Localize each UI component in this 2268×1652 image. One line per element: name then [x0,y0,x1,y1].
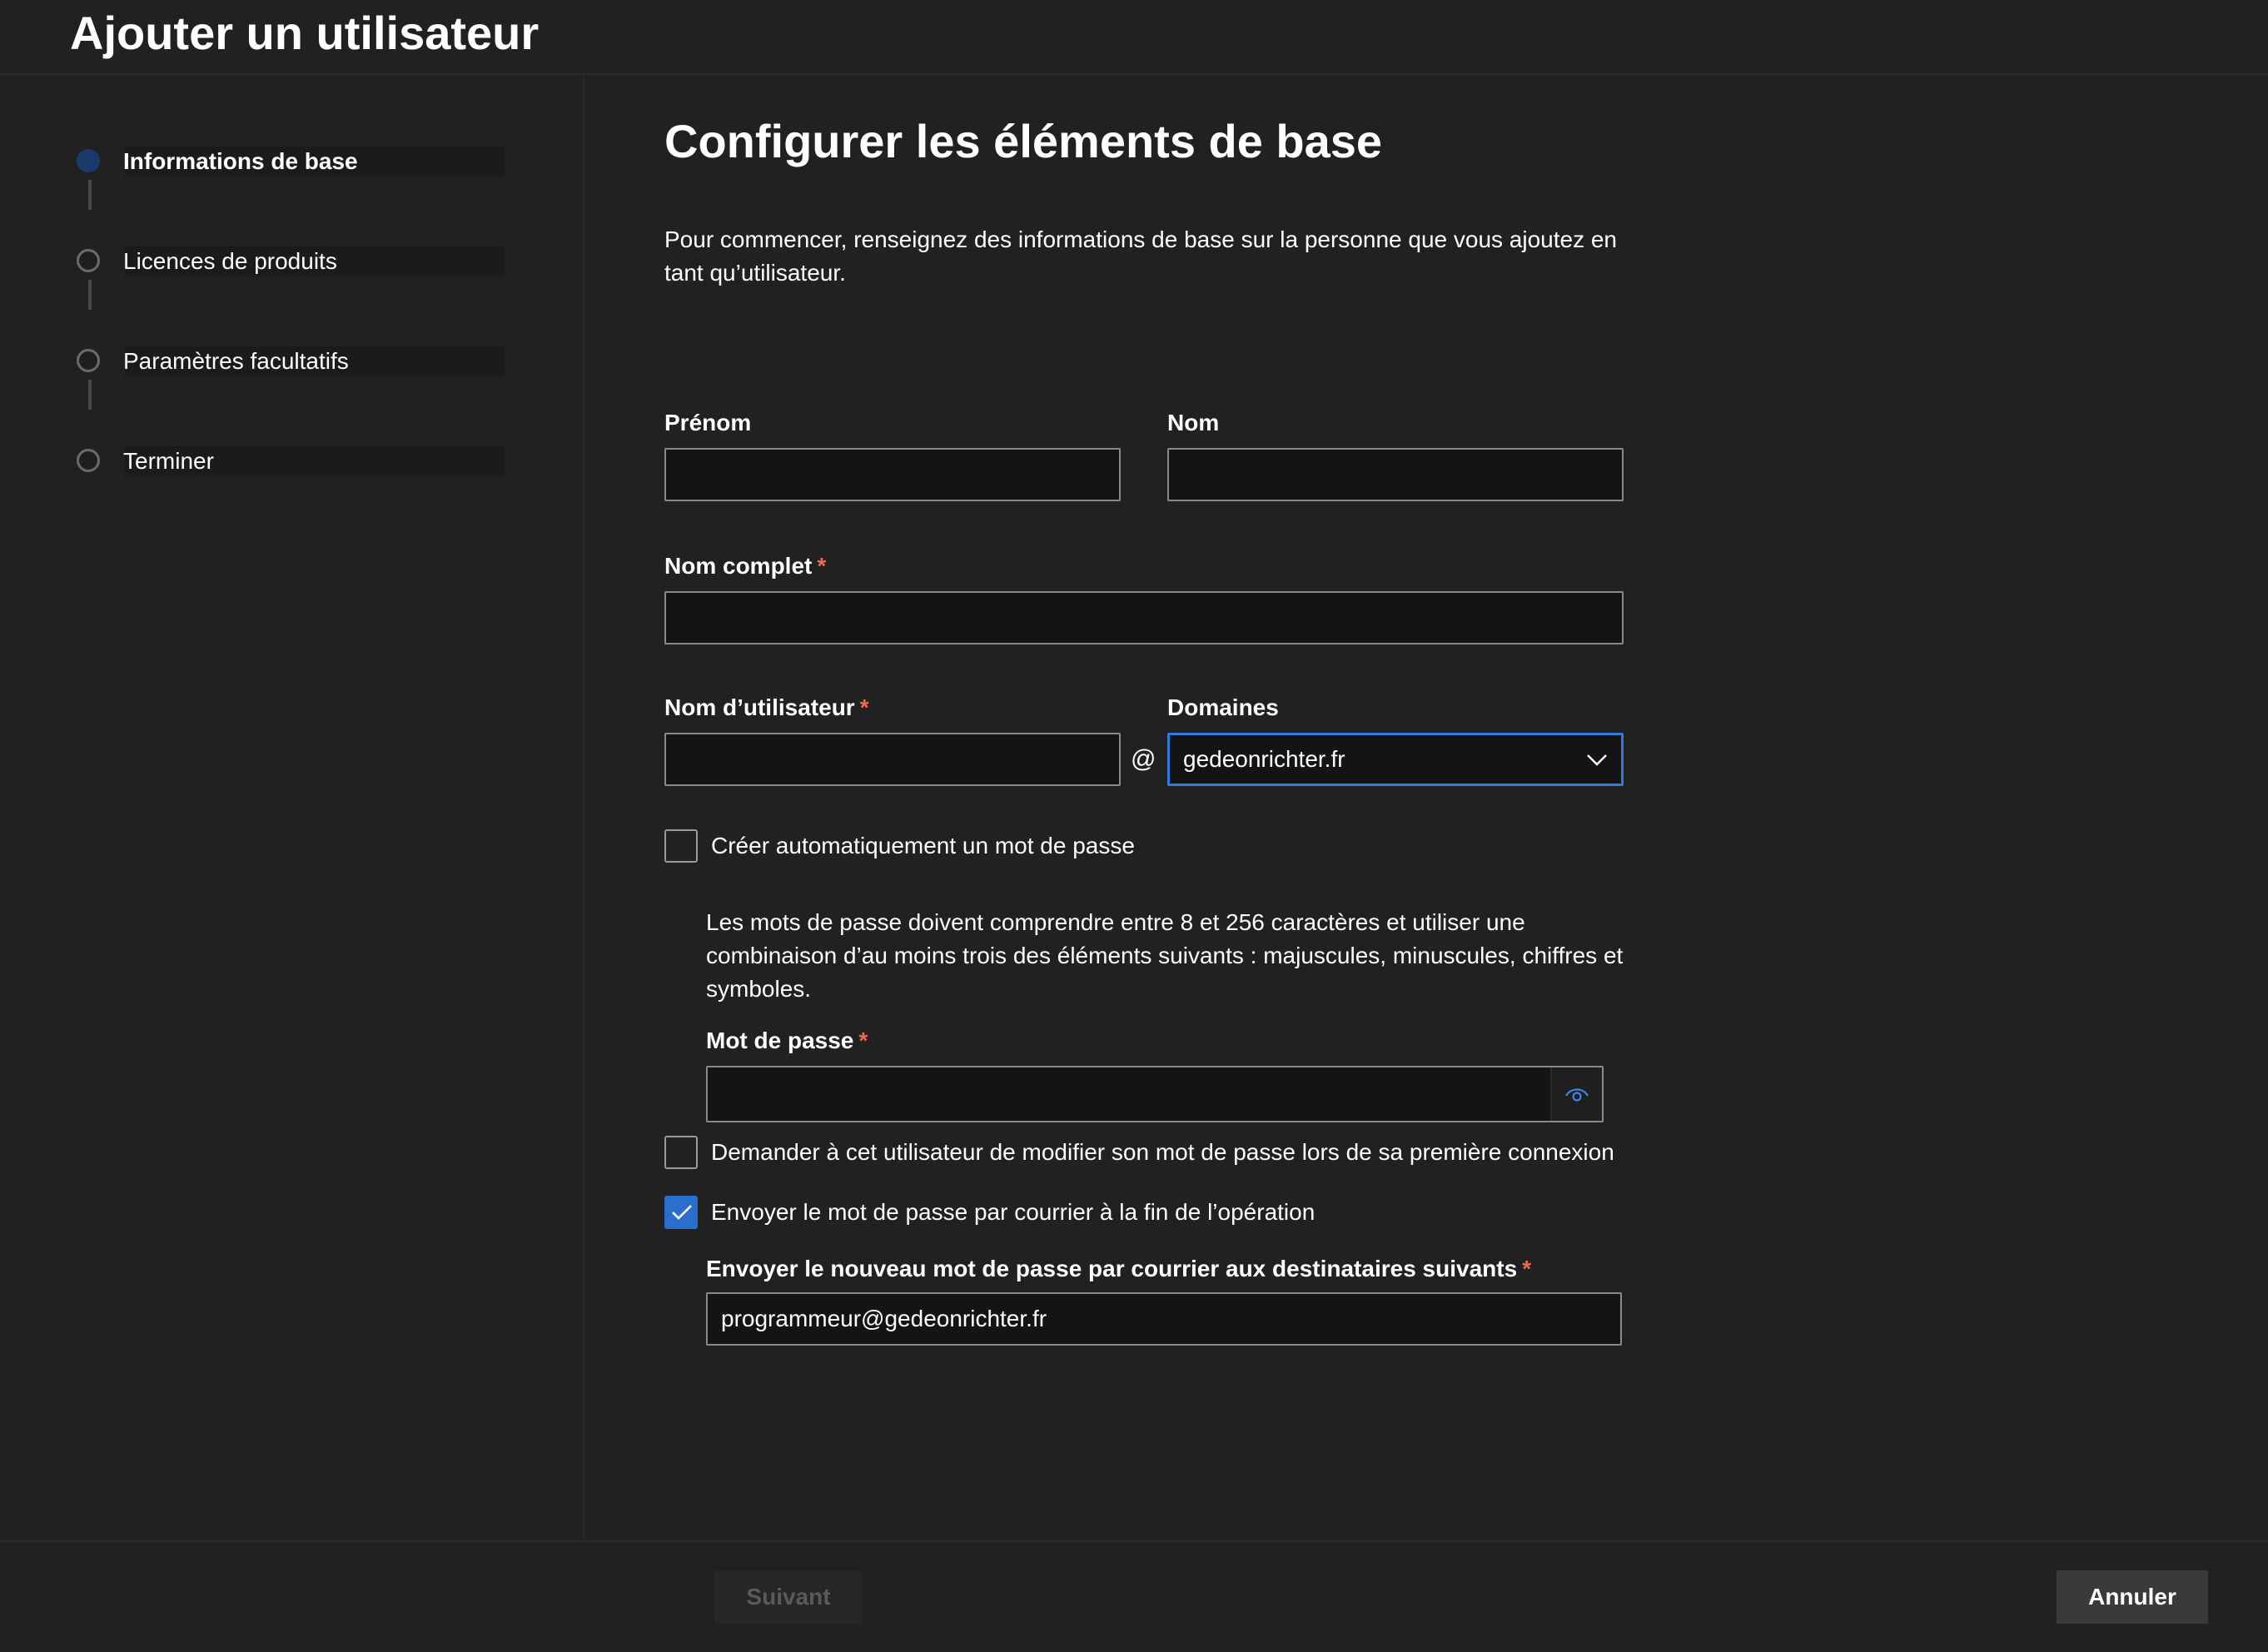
full-name-label: Nom complet * [664,551,826,581]
required-asterisk: * [817,553,827,579]
required-asterisk: * [859,694,869,720]
intro-text: Pour commencer, renseignez des informati… [664,226,1618,286]
domains-selected-value: gedeonrichter.fr [1183,746,1345,772]
step-pending-icon [77,349,100,372]
header: Ajouter un utilisateur [0,0,2268,75]
username-field[interactable] [664,733,1121,786]
step-label: Terminer [123,448,214,474]
first-name-label: Prénom [664,410,752,435]
require-change-label: Demander à cet utilisateur de modifier s… [711,1139,1614,1165]
auto-password-label: Créer automatiquement un mot de passe [711,833,1135,858]
recipients-label: Envoyer le nouveau mot de passe par cour… [706,1254,1531,1284]
step-pending-icon [77,449,100,472]
last-name-label: Nom [1167,410,1220,435]
auto-password-checkbox[interactable] [664,829,698,863]
step-active-icon [77,149,100,172]
password-field[interactable] [708,1067,1549,1121]
step-label: Informations de base [123,148,358,174]
cancel-button[interactable]: Annuler [2057,1570,2208,1624]
first-name-field[interactable] [664,448,1121,501]
domains-label: Domaines [1167,694,1279,720]
full-name-field[interactable] [664,591,1624,644]
step-pending-icon [77,249,100,272]
chevron-down-icon [1587,754,1607,766]
require-change-checkbox[interactable] [664,1136,698,1169]
last-name-field[interactable] [1167,448,1624,501]
recipients-field[interactable] [706,1292,1622,1346]
step-connector [88,380,92,410]
password-label-text: Mot de passe [706,1028,854,1053]
page-title: Configurer les éléments de base [664,115,1383,167]
footer: Suivant Annuler [0,1540,2268,1652]
password-requirements-text: Les mots de passe doivent comprendre ent… [706,909,1624,1002]
recipients-label-text: Envoyer le nouveau mot de passe par cour… [706,1256,1518,1281]
step-optional-settings[interactable]: Paramètres facultatifs [75,346,505,380]
step-label: Licences de produits [123,248,337,274]
step-finish[interactable]: Terminer [75,446,505,480]
required-asterisk: * [1522,1256,1532,1281]
email-password-checkbox[interactable] [664,1196,698,1229]
show-password-button[interactable] [1550,1067,1602,1121]
step-connector [88,280,92,310]
step-connector [88,180,92,210]
eye-icon [1565,1088,1589,1102]
username-label-text: Nom d’utilisateur [664,694,855,720]
step-label: Paramètres facultatifs [123,348,349,374]
app-title: Ajouter un utilisateur [70,7,540,59]
step-product-licenses[interactable]: Licences de produits [75,246,505,280]
step-basic-info[interactable]: Informations de base [75,147,505,180]
domains-dropdown[interactable]: gedeonrichter.fr [1167,733,1624,786]
password-label: Mot de passe * [706,1026,868,1056]
at-sign: @ [1131,745,1156,773]
username-label: Nom d’utilisateur * [664,693,869,723]
required-asterisk: * [858,1028,868,1053]
password-field-wrapper [706,1066,1604,1122]
checkmark-icon [672,1205,692,1220]
next-button[interactable]: Suivant [714,1570,863,1624]
email-password-label: Envoyer le mot de passe par courrier à l… [711,1199,1316,1225]
wizard-stepper: Informations de base Licences de produit… [0,75,584,1540]
full-name-label-text: Nom complet [664,553,813,579]
